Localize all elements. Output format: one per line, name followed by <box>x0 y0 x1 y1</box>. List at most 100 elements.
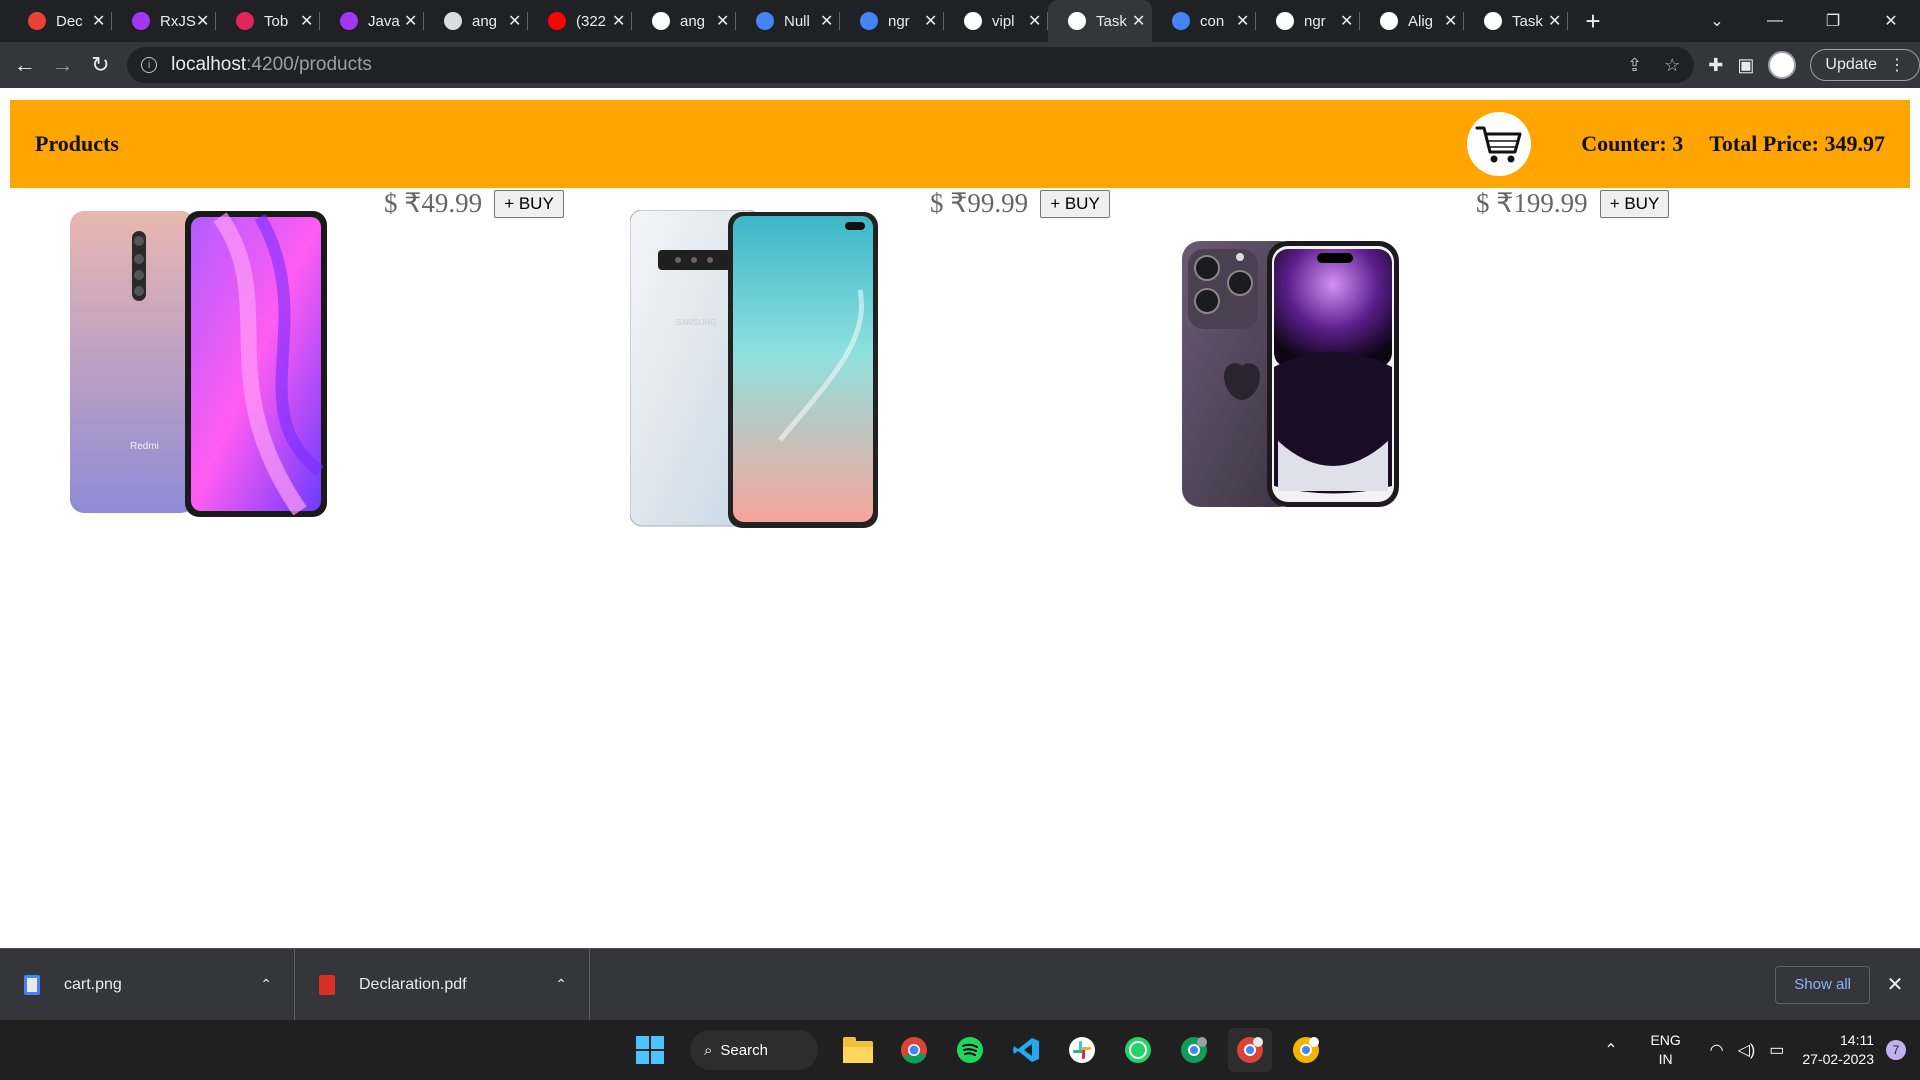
youtube-icon <box>548 12 566 30</box>
file-explorer-icon[interactable] <box>836 1028 880 1072</box>
chrome-icon[interactable] <box>892 1028 936 1072</box>
iphone-phone-image <box>1182 241 1399 507</box>
extensions-icon[interactable]: ✚ <box>1708 55 1723 76</box>
browser-tab[interactable]: Dec ✕ <box>8 0 112 42</box>
address-path: :4200/products <box>246 54 372 75</box>
show-all-button[interactable]: Show all <box>1775 965 1870 1004</box>
brand-title: Products <box>35 131 119 156</box>
chrome-profile-icon[interactable] <box>1284 1028 1328 1072</box>
browser-tab[interactable]: Task ✕ <box>1048 0 1152 42</box>
tab-close-icon[interactable]: ✕ <box>612 11 625 31</box>
browser-tab[interactable]: ngr ✕ <box>840 0 944 42</box>
t-app-icon <box>236 12 254 30</box>
forward-icon[interactable]: → <box>44 45 82 85</box>
windows-start-icon[interactable] <box>628 1028 672 1072</box>
tab-search-icon[interactable]: ⌄ <box>1688 11 1746 31</box>
new-tab-button[interactable]: + <box>1568 0 1618 42</box>
slack-icon[interactable] <box>1060 1028 1104 1072</box>
angular-icon <box>1484 12 1502 30</box>
total-price-label: Total Price: 349.97 <box>1709 131 1885 156</box>
side-panel-icon[interactable]: ▣ <box>1737 55 1754 76</box>
tab-close-icon[interactable]: ✕ <box>508 11 521 31</box>
tab-title: ngr <box>888 12 910 30</box>
chevron-up-icon[interactable]: ⌃ <box>555 976 567 993</box>
tab-close-icon[interactable]: ✕ <box>196 11 209 31</box>
window-controls: ⌄ — ❐ ✕ <box>1688 0 1920 42</box>
tab-close-icon[interactable]: ✕ <box>1548 11 1561 31</box>
tab-close-icon[interactable]: ✕ <box>716 11 729 31</box>
browser-tab[interactable]: Java ✕ <box>320 0 424 42</box>
svg-text:SAMSUNG: SAMSUNG <box>676 318 716 327</box>
buy-button[interactable]: + BUY <box>494 189 564 218</box>
clock[interactable]: 14:11 27-02-2023 <box>1802 1031 1874 1069</box>
tab-close-icon[interactable]: ✕ <box>1444 11 1457 31</box>
taskbar-search[interactable]: ⌕ Search <box>690 1030 818 1070</box>
chrome-profile-icon[interactable] <box>1172 1028 1216 1072</box>
samsung-phone-image: SAMSUNG <box>630 210 878 528</box>
chrome-active-icon[interactable] <box>1228 1028 1272 1072</box>
tab-title: Task <box>1512 12 1543 30</box>
browser-tab[interactable]: ang ✕ <box>424 0 528 42</box>
wifi-icon[interactable]: ◠ <box>1710 1040 1724 1060</box>
close-downloads-icon[interactable]: ✕ <box>1870 972 1920 997</box>
address-bar[interactable]: i localhost:4200/products ⇪ ☆ <box>127 47 1695 83</box>
page-viewport: Products Counter: 3 Total Price: 349.97 … <box>0 88 1920 948</box>
tab-close-icon[interactable]: ✕ <box>1236 11 1249 31</box>
browser-tab[interactable]: ang ✕ <box>632 0 736 42</box>
tab-close-icon[interactable]: ✕ <box>404 11 417 31</box>
back-icon[interactable]: ← <box>6 45 44 85</box>
battery-icon[interactable]: ▭ <box>1769 1040 1784 1060</box>
browser-tab[interactable]: Null ✕ <box>736 0 840 42</box>
medium-icon <box>1380 12 1398 30</box>
browser-tab[interactable]: RxJS ✕ <box>112 0 216 42</box>
browser-tab[interactable]: Alig ✕ <box>1360 0 1464 42</box>
counter-label: Counter: 3 <box>1581 131 1684 156</box>
tab-close-icon[interactable]: ✕ <box>300 11 313 31</box>
profile-avatar[interactable] <box>1768 51 1797 79</box>
browser-tab[interactable]: Tob ✕ <box>216 0 320 42</box>
app-header: Products Counter: 3 Total Price: 349.97 <box>10 100 1910 188</box>
tab-close-icon[interactable]: ✕ <box>1028 11 1041 31</box>
chevron-up-icon[interactable]: ⌃ <box>260 976 272 993</box>
site-info-icon[interactable]: i <box>141 57 158 73</box>
cart-button[interactable] <box>1467 112 1532 176</box>
volume-icon[interactable]: ◁) <box>1738 1040 1756 1060</box>
whatsapp-icon[interactable] <box>1116 1028 1160 1072</box>
image-file-icon <box>24 974 40 995</box>
browser-tab[interactable]: vipl ✕ <box>944 0 1048 42</box>
price-row: $ ₹49.99 + BUY <box>384 188 564 219</box>
browser-tab[interactable]: con ✕ <box>1152 0 1256 42</box>
tab-close-icon[interactable]: ✕ <box>820 11 833 31</box>
download-filename: Declaration.pdf <box>359 975 467 993</box>
os-taskbar: ⌕ Search ⌃ ENG IN ◠ ◁) ▭ 14:11 27-02-202… <box>0 1020 1920 1080</box>
product-card: $ ₹199.99 + BUY <box>1152 188 1712 538</box>
globe-icon <box>444 12 462 30</box>
update-button[interactable]: Update ⋮ <box>1810 49 1920 81</box>
clock-date: 27-02-2023 <box>1802 1051 1874 1067</box>
download-item[interactable]: Declaration.pdf ⌃ <box>295 948 590 1021</box>
tab-close-icon[interactable]: ✕ <box>92 11 105 31</box>
browser-tab[interactable]: (322 ✕ <box>528 0 632 42</box>
browser-tab[interactable]: ngr ✕ <box>1256 0 1360 42</box>
close-window-icon[interactable]: ✕ <box>1862 11 1920 31</box>
tab-close-icon[interactable]: ✕ <box>1340 11 1353 31</box>
notification-badge[interactable]: 7 <box>1886 1040 1906 1060</box>
minimize-icon[interactable]: — <box>1746 12 1804 30</box>
price-row: $ ₹99.99 + BUY <box>930 188 1110 219</box>
reload-icon[interactable]: ↻ <box>81 45 119 85</box>
tab-close-icon[interactable]: ✕ <box>1132 11 1145 31</box>
product-card: SAMSUNG $ ₹99.99 + BUY <box>606 188 1166 538</box>
spotify-icon[interactable] <box>948 1028 992 1072</box>
tab-close-icon[interactable]: ✕ <box>924 11 937 31</box>
tab-title: (322 <box>576 12 607 30</box>
vscode-icon[interactable] <box>1004 1028 1048 1072</box>
download-item[interactable]: cart.png ⌃ <box>0 948 295 1021</box>
browser-tab[interactable]: Task ✕ <box>1464 0 1568 42</box>
language-indicator[interactable]: ENG IN <box>1638 1031 1694 1069</box>
buy-button[interactable]: + BUY <box>1040 189 1110 218</box>
buy-button[interactable]: + BUY <box>1599 189 1670 218</box>
bookmark-star-icon[interactable]: ☆ <box>1664 55 1680 76</box>
share-icon[interactable]: ⇪ <box>1627 55 1642 76</box>
restore-icon[interactable]: ❐ <box>1804 11 1862 31</box>
tray-overflow-icon[interactable]: ⌃ <box>1604 1040 1617 1060</box>
